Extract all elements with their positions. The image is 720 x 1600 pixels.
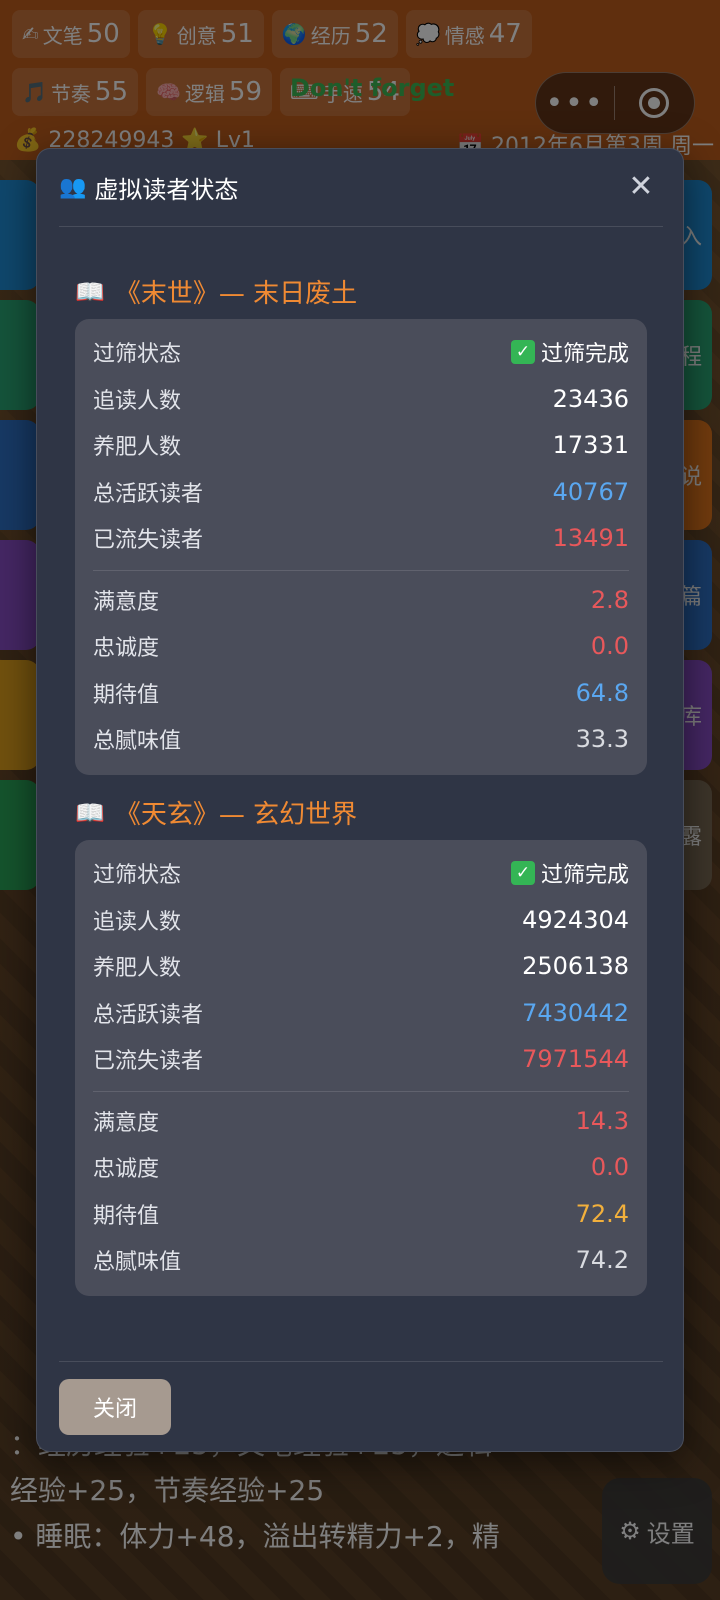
book-icon: 📖 bbox=[75, 798, 105, 827]
book-title-text: 《天玄》— 玄幻世界 bbox=[114, 800, 358, 830]
stat-label: 已流失读者 bbox=[93, 1049, 204, 1075]
stat-label: 期待值 bbox=[93, 682, 160, 708]
stat-label: 忠诚度 bbox=[93, 1157, 160, 1183]
stat-row-satisfaction: 满意度 2.8 bbox=[93, 577, 629, 624]
stat-value: 7971544 bbox=[522, 1045, 629, 1074]
book-stats-card-1: 过筛状态 ✓ 过筛完成 追读人数 23436 养肥人数 17331 总活跃读者 4… bbox=[75, 319, 647, 775]
stat-label: 追读人数 bbox=[93, 909, 182, 935]
book-icon: 📖 bbox=[75, 277, 105, 306]
stat-row-boredom: 总腻味值 74.2 bbox=[93, 1237, 629, 1284]
close-button[interactable]: 关闭 bbox=[59, 1379, 171, 1435]
stat-label: 过筛状态 bbox=[93, 863, 182, 889]
stat-row-hoarders: 养肥人数 17331 bbox=[93, 422, 629, 469]
stat-row-lost: 已流失读者 13491 bbox=[93, 515, 629, 562]
stat-value: 33.3 bbox=[575, 725, 629, 754]
stat-value: 14.3 bbox=[575, 1106, 629, 1135]
stat-label: 总腻味值 bbox=[93, 729, 182, 755]
stat-value: 7430442 bbox=[522, 998, 629, 1027]
book-stats-card-2: 过筛状态 ✓ 过筛完成 追读人数 4924304 养肥人数 2506138 总活跃… bbox=[75, 840, 647, 1296]
reader-status-modal: 👥 虚拟读者状态 ✕ 📖 《末世》— 末日废土 过筛状态 ✓ 过筛完成 追读人数 … bbox=[36, 148, 684, 1452]
stat-value: 23436 bbox=[552, 384, 629, 413]
stat-label: 过筛状态 bbox=[93, 342, 182, 368]
stat-row-followers: 追读人数 4924304 bbox=[93, 897, 629, 944]
stat-label: 忠诚度 bbox=[93, 636, 160, 662]
stat-label: 总活跃读者 bbox=[93, 1002, 204, 1028]
stat-row-status: 过筛状态 ✓ 过筛完成 bbox=[93, 850, 629, 897]
modal-title: 虚拟读者状态 bbox=[94, 176, 239, 204]
stat-value: 2506138 bbox=[522, 952, 629, 981]
stat-label: 养肥人数 bbox=[93, 435, 182, 461]
close-icon[interactable]: ✕ bbox=[623, 169, 659, 205]
stat-value: 13491 bbox=[552, 524, 629, 553]
stat-row-expectation: 期待值 72.4 bbox=[93, 1191, 629, 1238]
stat-row-hoarders: 养肥人数 2506138 bbox=[93, 943, 629, 990]
book-title-text: 《末世》— 末日废土 bbox=[114, 279, 358, 309]
card-divider bbox=[93, 1090, 629, 1092]
stat-row-satisfaction: 满意度 14.3 bbox=[93, 1098, 629, 1145]
check-icon: ✓ bbox=[510, 340, 535, 365]
stat-row-active: 总活跃读者 40767 bbox=[93, 469, 629, 516]
stat-label: 期待值 bbox=[93, 1203, 160, 1229]
book-title-1: 📖 《末世》— 末日废土 bbox=[75, 273, 357, 310]
status-value: ✓ 过筛完成 bbox=[510, 336, 629, 368]
stat-label: 养肥人数 bbox=[93, 956, 182, 982]
readers-icon: 👥 bbox=[59, 175, 87, 200]
stat-row-followers: 追读人数 23436 bbox=[93, 376, 629, 423]
stat-value: 4924304 bbox=[522, 905, 629, 934]
stat-row-boredom: 总腻味值 33.3 bbox=[93, 716, 629, 763]
stat-row-loyalty: 忠诚度 0.0 bbox=[93, 623, 629, 670]
stat-value: 74.2 bbox=[575, 1246, 629, 1275]
stat-label: 总活跃读者 bbox=[93, 481, 204, 507]
stat-label: 满意度 bbox=[93, 589, 160, 615]
modal-header: 👥 虚拟读者状态 ✕ bbox=[59, 149, 663, 227]
status-text: 过筛完成 bbox=[540, 342, 629, 368]
stat-value: 2.8 bbox=[590, 585, 629, 614]
stat-row-lost: 已流失读者 7971544 bbox=[93, 1036, 629, 1083]
stat-label: 已流失读者 bbox=[93, 528, 204, 554]
stat-value: 40767 bbox=[552, 477, 629, 506]
stat-label: 总腻味值 bbox=[93, 1250, 182, 1276]
stat-row-active: 总活跃读者 7430442 bbox=[93, 990, 629, 1037]
status-value: ✓ 过筛完成 bbox=[510, 857, 629, 889]
stat-value: 0.0 bbox=[590, 1153, 629, 1182]
card-divider bbox=[93, 569, 629, 571]
stat-value: 64.8 bbox=[575, 678, 629, 707]
status-text: 过筛完成 bbox=[540, 863, 629, 889]
modal-footer-divider bbox=[59, 1361, 663, 1362]
stat-row-status: 过筛状态 ✓ 过筛完成 bbox=[93, 329, 629, 376]
stat-value: 17331 bbox=[552, 431, 629, 460]
book-title-2: 📖 《天玄》— 玄幻世界 bbox=[75, 794, 357, 831]
stat-value: 0.0 bbox=[590, 632, 629, 661]
check-icon: ✓ bbox=[510, 861, 535, 886]
stat-row-expectation: 期待值 64.8 bbox=[93, 670, 629, 717]
stat-label: 追读人数 bbox=[93, 388, 182, 414]
stat-value: 72.4 bbox=[575, 1199, 629, 1228]
stat-row-loyalty: 忠诚度 0.0 bbox=[93, 1144, 629, 1191]
stat-label: 满意度 bbox=[93, 1110, 160, 1136]
